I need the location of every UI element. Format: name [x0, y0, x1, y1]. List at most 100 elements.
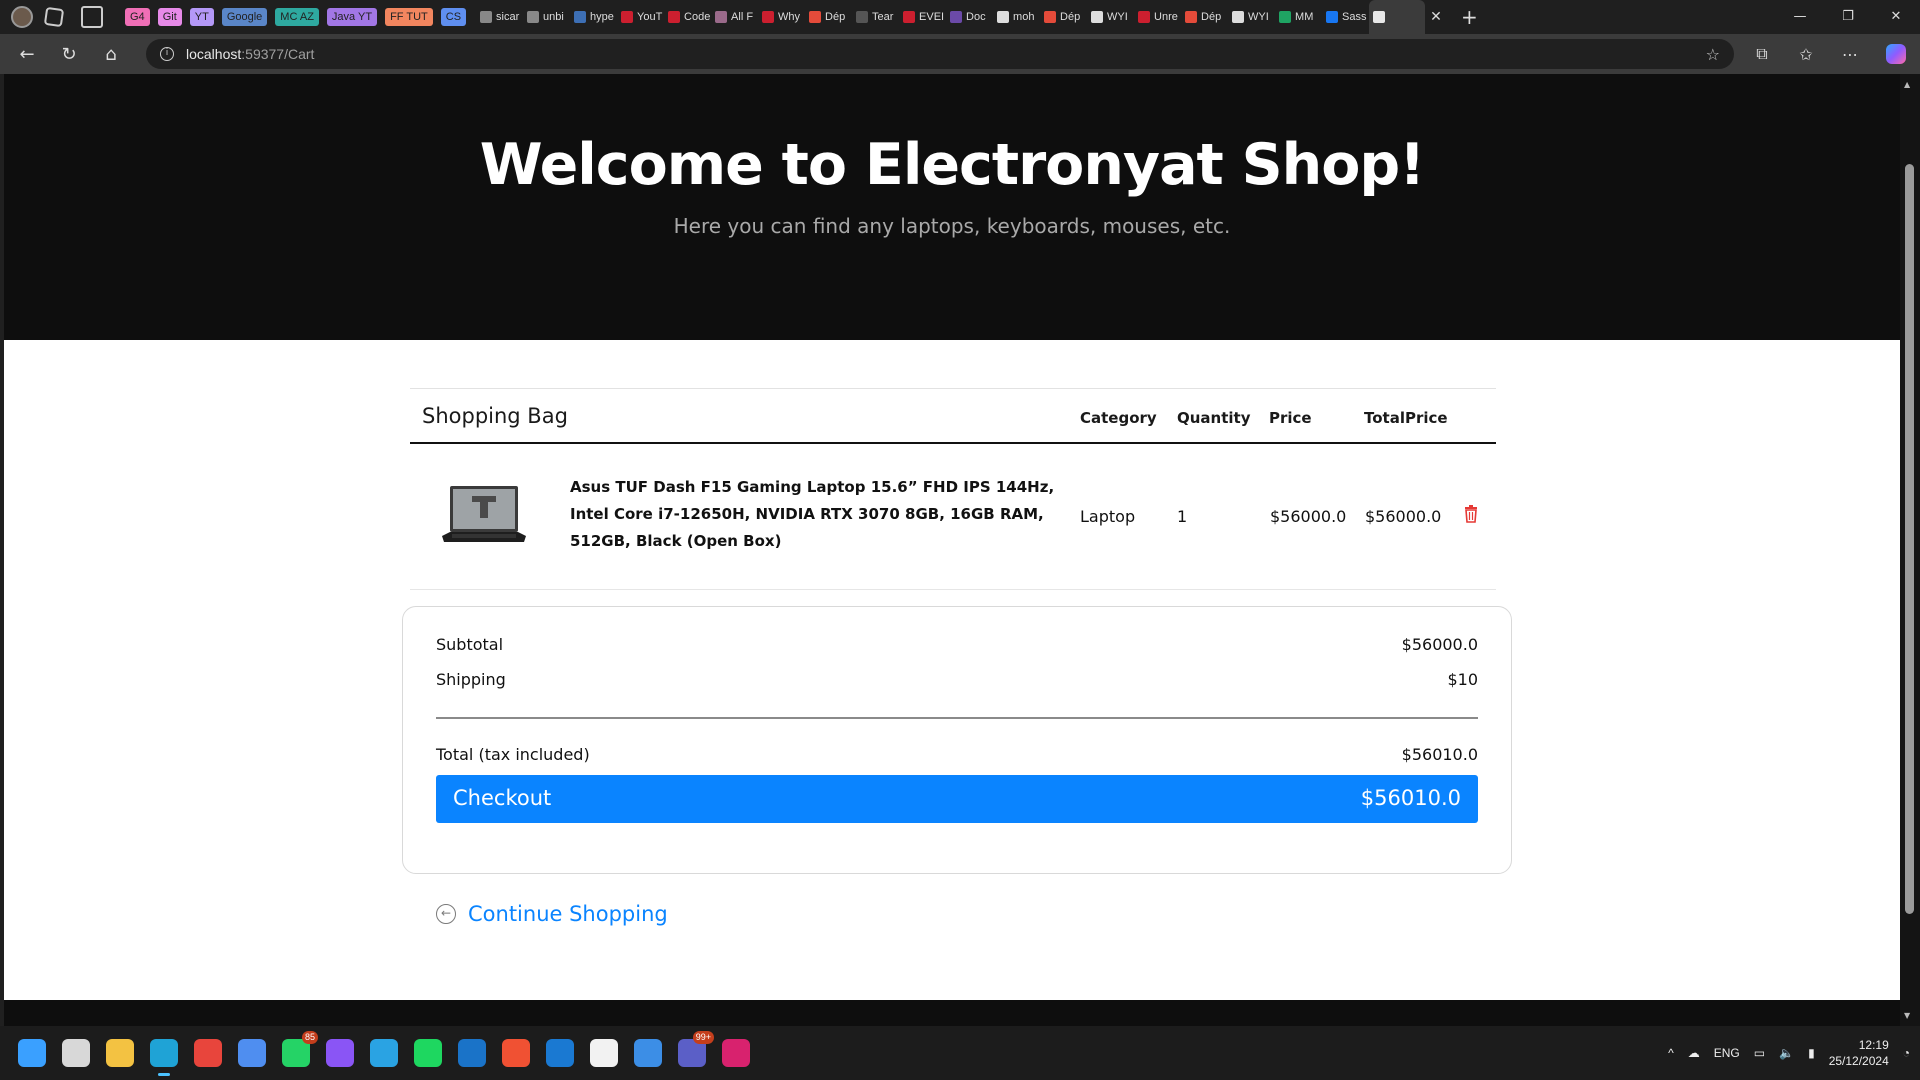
- tab-title: YouT: [637, 11, 663, 23]
- tab-favicon-icon: [997, 11, 1010, 23]
- favorites-icon[interactable]: ✩: [1784, 45, 1828, 64]
- language-indicator[interactable]: ENG: [1714, 1046, 1740, 1060]
- rider-icon[interactable]: [722, 1039, 750, 1067]
- tab-title: Code: [684, 11, 711, 23]
- tab-groups: G4 Git YT Google MC AZ Java YT FF TUT CS: [125, 8, 467, 26]
- task-view-icon[interactable]: [62, 1039, 90, 1067]
- browser-tab[interactable]: unbi: [523, 0, 570, 34]
- browser-tab[interactable]: Dép: [805, 0, 852, 34]
- refresh-icon[interactable]: ↻: [48, 44, 90, 65]
- checkout-button[interactable]: Checkout $56010.0: [436, 775, 1478, 823]
- home-icon[interactable]: ⌂: [90, 44, 132, 65]
- browser-tab[interactable]: hype: [570, 0, 617, 34]
- scroll-down-icon[interactable]: ▼: [1904, 1011, 1910, 1020]
- workspaces-icon[interactable]: [43, 6, 65, 28]
- tab-group-chip[interactable]: FF TUT: [385, 8, 433, 26]
- browser-tab[interactable]: sicar: [476, 0, 523, 34]
- browser-toolbar: ← ↻ ⌂ i localhost:59377/Cart ☆ ⧉ ✩ ⋯: [0, 34, 1920, 74]
- shopping-bag-heading: Shopping Bag: [422, 404, 568, 428]
- tab-title: Unre: [1154, 11, 1178, 23]
- git-icon[interactable]: [502, 1039, 530, 1067]
- whatsapp-icon[interactable]: 85: [282, 1031, 318, 1067]
- tab-title: Dép: [1060, 11, 1081, 23]
- volume-icon[interactable]: 🔈: [1779, 1046, 1794, 1060]
- product-price: $56000.0: [1270, 507, 1347, 526]
- tab-group-chip[interactable]: CS: [440, 8, 467, 26]
- browser-tab[interactable]: WYI: [1087, 0, 1134, 34]
- tab-group-chip[interactable]: Java YT: [326, 8, 378, 26]
- spotify-icon[interactable]: [414, 1039, 442, 1067]
- tab-group-chip[interactable]: YT: [189, 8, 214, 26]
- browser-tab[interactable]: Dép: [1040, 0, 1087, 34]
- browser-tab[interactable]: WYI: [1228, 0, 1275, 34]
- system-tray: ^ ☁ ENG ▭ 🔈 ▮ 12:19 25/12/2024 ◔: [1668, 1026, 1910, 1080]
- minimize-icon[interactable]: —: [1776, 0, 1824, 34]
- subtotal-label: Subtotal: [436, 635, 504, 654]
- browser-tab[interactable]: Unre: [1134, 0, 1181, 34]
- browser-tab[interactable]: All F: [711, 0, 758, 34]
- trello-icon[interactable]: [546, 1039, 574, 1067]
- chrome-icon[interactable]: [194, 1039, 222, 1067]
- browser-tab[interactable]: YouT: [617, 0, 664, 34]
- address-bar[interactable]: i localhost:59377/Cart ☆: [146, 39, 1734, 69]
- network-icon[interactable]: ▭: [1754, 1046, 1765, 1060]
- edge-icon[interactable]: [150, 1039, 178, 1076]
- arrow-left-circle-icon: ←: [436, 904, 456, 924]
- tab-actions-icon[interactable]: [81, 6, 103, 28]
- tab-favicon-icon: [1232, 11, 1245, 23]
- show-hidden-icons-icon[interactable]: ^: [1668, 1046, 1674, 1060]
- browser-tab[interactable]: Doc: [946, 0, 993, 34]
- column-price: Price: [1269, 409, 1312, 427]
- windows-start-icon[interactable]: [18, 1039, 46, 1067]
- notifications-icon[interactable]: ◔: [1903, 1046, 1910, 1060]
- extensions-icon[interactable]: ⧉: [1740, 44, 1784, 64]
- url-path: :59377/Cart: [241, 46, 315, 62]
- restore-icon[interactable]: ❐: [1824, 0, 1872, 34]
- more-menu-icon[interactable]: ⋯: [1828, 45, 1872, 64]
- copilot-icon[interactable]: [1886, 44, 1906, 64]
- clock[interactable]: 12:19 25/12/2024: [1829, 1037, 1889, 1069]
- scroll-up-icon[interactable]: ▲: [1904, 80, 1910, 89]
- profile-avatar[interactable]: [11, 6, 33, 28]
- browser-tab[interactable]: Why: [758, 0, 805, 34]
- favorite-star-icon[interactable]: ☆: [1706, 45, 1720, 64]
- back-icon[interactable]: ←: [6, 44, 48, 65]
- tab-group-chip[interactable]: Git: [157, 8, 182, 26]
- browser-tab[interactable]: Code: [664, 0, 711, 34]
- browser-tab[interactable]: MM: [1275, 0, 1322, 34]
- tab-favicon-icon: [527, 11, 540, 23]
- trash-icon[interactable]: [1464, 505, 1478, 523]
- page-scrollbar[interactable]: ▲ ▼: [1900, 74, 1920, 1026]
- site-info-icon[interactable]: i: [160, 47, 174, 61]
- tab-group-chip[interactable]: Google: [221, 8, 268, 26]
- new-tab-button[interactable]: +: [1461, 5, 1478, 29]
- continue-shopping-link[interactable]: ← Continue Shopping: [436, 902, 668, 926]
- outlook-icon[interactable]: [458, 1039, 486, 1067]
- battery-icon[interactable]: ▮: [1808, 1046, 1815, 1060]
- browser-tab[interactable]: Dép: [1181, 0, 1228, 34]
- messenger-icon[interactable]: [326, 1039, 354, 1067]
- continue-shopping-label: Continue Shopping: [468, 902, 668, 926]
- teams-icon[interactable]: 99+: [678, 1031, 714, 1067]
- subtotal-value: $56000.0: [1401, 635, 1478, 654]
- browser-tab[interactable]: moh: [993, 0, 1040, 34]
- tab-group-chip[interactable]: MC AZ: [275, 8, 319, 26]
- tab-title: EVEI: [919, 11, 945, 23]
- scrollbar-thumb[interactable]: [1905, 164, 1914, 914]
- telegram-icon[interactable]: [370, 1039, 398, 1067]
- file-explorer-icon[interactable]: [106, 1039, 134, 1067]
- browser-tab[interactable]: Tear: [852, 0, 899, 34]
- browser-tab[interactable]: EVEI: [899, 0, 946, 34]
- close-tab-icon[interactable]: ✕: [1425, 9, 1447, 25]
- product-name[interactable]: Asus TUF Dash F15 Gaming Laptop 15.6” FH…: [570, 474, 1060, 555]
- tab-title: MM: [1295, 11, 1314, 23]
- notes-icon[interactable]: [634, 1039, 662, 1067]
- browser-tab[interactable]: [1369, 0, 1426, 34]
- store-icon[interactable]: [238, 1039, 266, 1067]
- tab-group-chip[interactable]: G4: [125, 8, 150, 26]
- browser-tab[interactable]: Sass: [1322, 0, 1369, 34]
- tab-favicon-icon: [903, 11, 916, 23]
- onedrive-icon[interactable]: ☁: [1688, 1046, 1700, 1060]
- notion-icon[interactable]: [590, 1039, 618, 1067]
- close-window-icon[interactable]: ✕: [1872, 0, 1920, 34]
